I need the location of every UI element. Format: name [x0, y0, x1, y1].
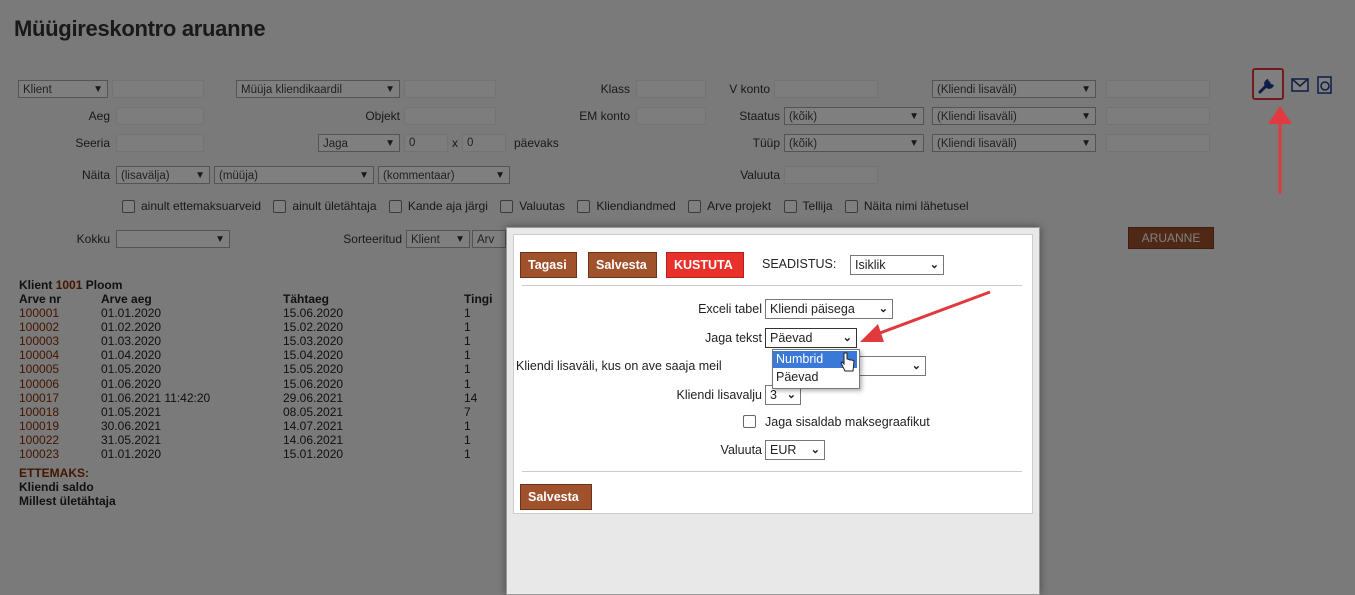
- kliendi-lisavali-email-label: Kliendi lisaväli, kus on ave saaja meil: [516, 359, 722, 373]
- kliendi-lisavali-email-select[interactable]: ⌄: [856, 356, 926, 376]
- jaga-tekst-select[interactable]: Päevad ⌄: [765, 328, 857, 348]
- kliendi-lisavalju-value: 3: [770, 388, 777, 402]
- settings-panel: Tagasi Salvesta KUSTUTA SEADISTUS: Isikl…: [513, 234, 1033, 514]
- seadistus-value: Isiklik: [855, 258, 886, 272]
- seadistus-label: SEADISTUS:: [762, 257, 837, 271]
- jaga-tekst-value: Päevad: [770, 331, 813, 345]
- exceli-tabel-label: Exceli tabel: [698, 302, 762, 316]
- salvesta-bottom-button[interactable]: Salvesta: [520, 484, 592, 510]
- chevron-down-icon: ⌄: [810, 444, 820, 456]
- kustuta-button[interactable]: KUSTUTA: [666, 252, 744, 278]
- jaga-sisaldab-checkbox[interactable]: [743, 415, 756, 428]
- valuuta-dialog-value: EUR: [770, 443, 797, 457]
- salvesta-top-button[interactable]: Salvesta: [588, 252, 657, 278]
- jaga-sisaldab-label: Jaga sisaldab maksegraafikut: [765, 415, 930, 429]
- annotation-arrow-left-icon: [860, 290, 991, 342]
- hand-cursor-icon: [840, 352, 855, 372]
- exceli-tabel-value: Kliendi päisega: [770, 302, 855, 316]
- divider: [522, 471, 1022, 472]
- seadistus-select[interactable]: Isiklik ⌄: [850, 255, 944, 275]
- annotation-arrow-up-icon: [1268, 106, 1292, 194]
- kliendi-lisavalju-label: Kliendi lisavalju: [676, 388, 762, 402]
- chevron-down-icon: ⌄: [911, 360, 921, 372]
- chevron-down-icon: ⌄: [929, 259, 939, 271]
- valuuta-dialog-label: Valuuta: [720, 443, 762, 457]
- jaga-tekst-label: Jaga tekst: [705, 331, 762, 345]
- tagasi-button[interactable]: Tagasi: [520, 252, 577, 278]
- valuuta-dialog-select[interactable]: EUR ⌄: [765, 440, 825, 460]
